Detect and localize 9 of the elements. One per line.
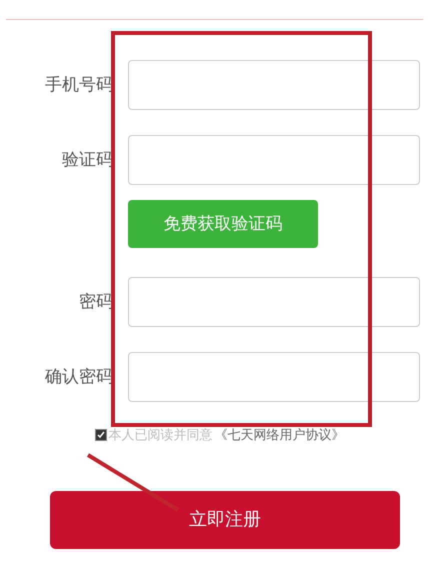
input-field[interactable] (128, 277, 420, 327)
agreement-text: 本人已阅读并同意 (108, 426, 212, 444)
input-field[interactable] (128, 135, 420, 185)
checkmark-icon (96, 430, 104, 439)
input-field[interactable] (128, 60, 420, 110)
register-button[interactable]: 立即注册 (50, 490, 400, 548)
input-field[interactable] (128, 352, 420, 402)
checkbox[interactable] (94, 428, 106, 441)
agreement-link[interactable]: 《七天网络用户协议》 (214, 425, 344, 444)
